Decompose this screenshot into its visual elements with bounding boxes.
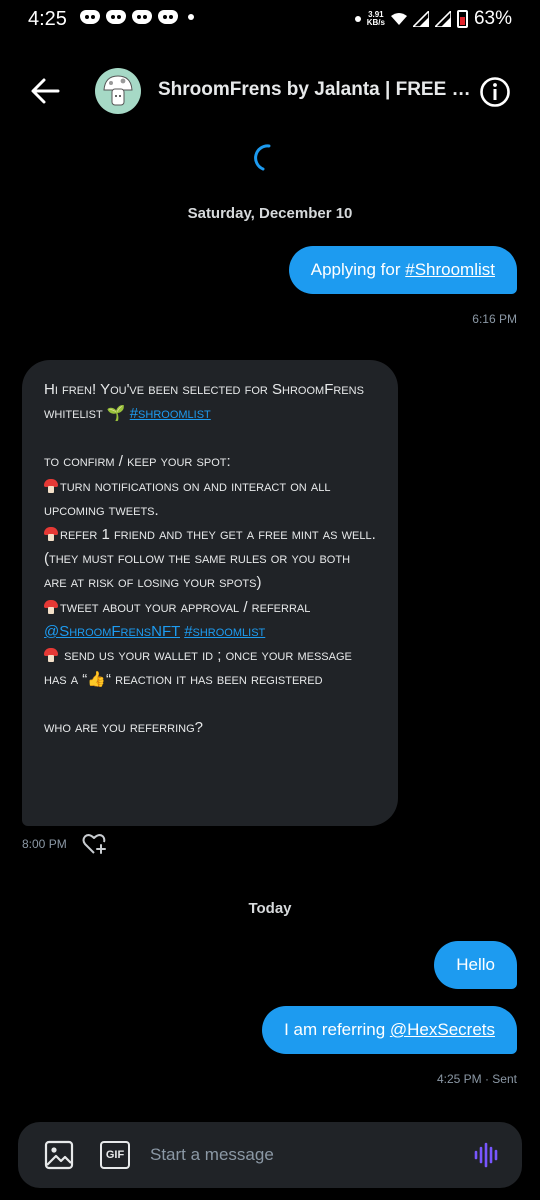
battery-icon [456,10,468,28]
back-arrow-icon[interactable] [30,76,62,106]
signal-icon [412,11,429,27]
message-text: Applying for [310,260,406,279]
status-right: 3.91 KB/s 63% [351,8,512,30]
message-paragraph: who are you referring? [44,719,203,737]
incoming-message[interactable]: Hi fren! You've been selected for Shroom… [22,360,398,826]
date-separator: Saturday, December 10 [187,205,353,222]
heart-plus-icon[interactable] [82,832,108,856]
mushroom-emoji-icon [44,599,58,614]
hashtag-link[interactable]: #shroomlist [184,623,265,640]
seedling-emoji: 🌱 [106,405,126,423]
discord-icon [80,10,100,24]
status-bar: 4:25 3.91 KB/s 63% [0,0,540,40]
more-notifications-dot-icon [188,14,194,20]
message-paragraph: turn notifications on and interact on al… [44,475,376,523]
discord-icon [132,10,152,24]
conversation-header: ShroomFrens by Jalanta | FREE MINT [0,60,540,122]
message-text: refer 1 friend and they get a free mint … [44,526,376,592]
mention-link[interactable]: @HexSecrets [390,1020,495,1039]
wifi-icon [390,13,407,25]
message-paragraph: refer 1 friend and they get a free mint … [44,523,376,596]
conversation-title[interactable]: ShroomFrens by Jalanta | FREE MINT [158,79,473,101]
message-text: tweet about your approval / referral [60,598,311,616]
discord-icon [106,10,126,24]
mushroom-emoji-icon [44,527,58,542]
message-timestamp: 8:00 PM [22,837,67,851]
notification-icons [80,10,194,24]
message-input[interactable] [150,1140,450,1170]
message-paragraph: tweet about your approval / referral @Sh… [44,596,376,644]
status-dot-icon [354,16,361,22]
mushroom-emoji-icon [44,478,58,493]
message-composer: GIF [18,1122,522,1188]
mushroom-emoji-icon [44,648,58,663]
signal-icon [434,11,451,27]
info-icon[interactable] [479,76,511,108]
gif-icon[interactable]: GIF [100,1141,130,1169]
battery-percent: 63% [473,8,512,29]
net-speed: 3.91 KB/s [367,11,385,27]
message-paragraph: send us your wallet id ; once your messa… [44,644,376,692]
message-text: Hello [456,955,495,974]
message-text: “ reaction it has been registered [105,671,323,689]
message-paragraph: Hi fren! You've been selected for Shroom… [44,378,376,426]
hashtag-link[interactable]: #shroomlist [130,405,211,422]
outgoing-message[interactable]: Applying for #Shroomlist [288,246,517,294]
loading-spinner-icon [254,144,271,171]
message-text: turn notifications on and interact on al… [44,477,331,519]
message-timestamp: 6:16 PM [472,312,517,326]
mention-link[interactable]: @ShroomFrensNFT [44,623,180,640]
outgoing-message[interactable]: Hello [434,941,517,989]
voice-icon[interactable] [474,1142,500,1168]
mushroom-avatar-icon [103,75,133,106]
outgoing-message[interactable]: I am referring @HexSecrets [262,1006,517,1054]
message-paragraph: to confirm / keep your spot: [44,453,231,471]
hashtag-link[interactable]: #Shroomlist [405,260,495,279]
avatar[interactable] [95,68,141,114]
discord-icon [158,10,178,24]
status-time: 4:25 [28,8,67,30]
net-speed-unit: KB/s [366,18,385,27]
message-status: 4:25 PM · Sent [436,1072,517,1086]
thumbs-up-emoji: 👍 [87,671,106,689]
date-separator: Today [248,900,292,917]
message-text: I am referring [284,1020,390,1039]
image-icon[interactable] [44,1140,74,1170]
